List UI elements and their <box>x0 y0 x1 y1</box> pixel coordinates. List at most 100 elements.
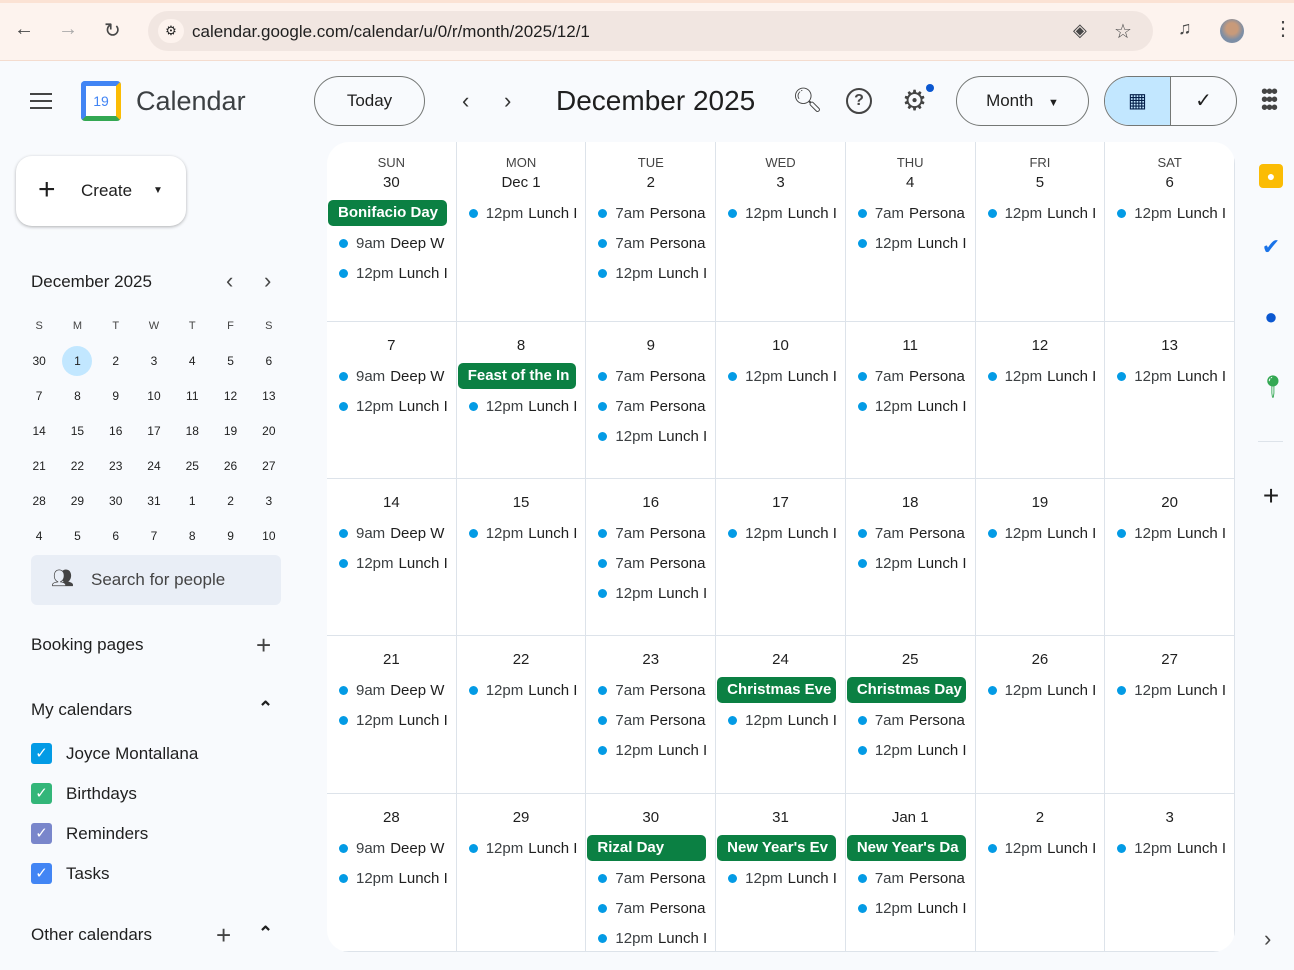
mini-day[interactable]: 28 <box>20 494 58 508</box>
day-number[interactable]: 23 <box>586 649 715 671</box>
day-cell[interactable]: SAT 6 12pm Lunch I <box>1105 142 1235 322</box>
event-item[interactable]: 12pm Lunch I <box>327 863 456 893</box>
event-item[interactable]: 12pm Lunch I <box>586 258 715 288</box>
mini-day[interactable]: 12 <box>211 389 249 403</box>
day-cell[interactable]: 12 12pm Lunch I <box>975 322 1106 479</box>
checkbox-checked-icon[interactable]: ✓ <box>31 823 52 844</box>
reload-icon[interactable]: ↻ <box>104 18 121 43</box>
day-number[interactable]: 31 <box>716 807 845 829</box>
add-booking-page-icon[interactable]: + <box>256 630 271 661</box>
event-item[interactable]: 12pm Lunch I <box>1105 833 1234 863</box>
mini-day[interactable]: 25 <box>173 459 211 473</box>
search-people-input[interactable]: 👥︎ Search for people <box>31 555 281 605</box>
forward-icon[interactable]: → <box>58 18 78 41</box>
day-cell[interactable]: 30 Rizal Day 7am Persona 7am Persona 12pm Lunch… <box>586 794 717 952</box>
mini-day[interactable]: 2 <box>211 494 249 508</box>
event-item[interactable]: 9am Deep W <box>327 675 456 705</box>
prev-month-icon[interactable]: ‹ <box>462 88 469 114</box>
holiday-chip[interactable]: Rizal Day <box>587 835 707 861</box>
mini-day[interactable]: 8 <box>58 389 96 403</box>
day-cell[interactable]: 17 12pm Lunch I <box>716 479 846 636</box>
checkbox-checked-icon[interactable]: ✓ <box>31 743 52 764</box>
day-cell[interactable]: Jan 1 New Year's Da 7am Persona 12pm Lunch I <box>845 794 976 952</box>
day-cell[interactable]: 18 7am Persona 12pm Lunch I <box>845 479 976 636</box>
day-number[interactable]: 4 <box>846 172 975 194</box>
day-cell[interactable]: 9 7am Persona 7am Persona 12pm Lunch I <box>586 322 717 479</box>
day-number[interactable]: 6 <box>1105 172 1234 194</box>
mini-day[interactable]: 18 <box>173 424 211 438</box>
mini-day[interactable]: 10 <box>250 529 288 543</box>
day-number[interactable]: 25 <box>846 649 975 671</box>
event-item[interactable]: 12pm Lunch I <box>976 518 1105 548</box>
event-item[interactable]: 7am Persona <box>846 863 975 893</box>
mini-prev-icon[interactable]: ‹ <box>226 268 233 294</box>
collapse-chevron-icon[interactable]: ⌃ <box>258 923 273 944</box>
event-item[interactable]: 12pm Lunch I <box>976 198 1105 228</box>
day-cell[interactable]: 24 Christmas Eve 12pm Lunch I <box>716 636 846 794</box>
mini-day[interactable]: 6 <box>97 529 135 543</box>
mini-day[interactable]: 2 <box>97 354 135 368</box>
event-item[interactable]: 7am Persona <box>586 228 715 258</box>
event-item[interactable]: 12pm Lunch I <box>846 391 975 421</box>
day-number[interactable]: 8 <box>457 335 586 357</box>
day-number[interactable]: 2 <box>976 807 1105 829</box>
mini-day[interactable]: 3 <box>135 354 173 368</box>
event-item[interactable]: 12pm Lunch I <box>1105 361 1234 391</box>
day-number[interactable]: 26 <box>976 649 1105 671</box>
bookmark-star-icon[interactable]: ☆ <box>1114 19 1132 44</box>
day-number[interactable]: 15 <box>457 492 586 514</box>
mini-day[interactable]: 16 <box>97 424 135 438</box>
day-number[interactable]: Dec 1 <box>457 172 586 194</box>
mini-day[interactable]: 14 <box>20 424 58 438</box>
day-number[interactable]: 24 <box>716 649 845 671</box>
extension-icon[interactable]: ◈ <box>1073 20 1087 41</box>
mini-day[interactable]: 29 <box>58 494 96 508</box>
create-button[interactable]: + Create ▼ <box>16 156 186 226</box>
day-cell[interactable]: 25 Christmas Day 7am Persona 12pm Lunch I <box>845 636 976 794</box>
day-cell[interactable]: 19 12pm Lunch I <box>975 479 1106 636</box>
tasks-icon[interactable]: ✔ <box>1259 234 1283 259</box>
day-cell[interactable]: TUE 2 7am Persona 7am Persona 12pm Lunch I <box>586 142 717 322</box>
day-cell[interactable]: 23 7am Persona 7am Persona 12pm Lunch I <box>586 636 717 794</box>
day-cell[interactable]: 28 9am Deep W 12pm Lunch I <box>327 794 457 952</box>
event-item[interactable]: 12pm Lunch I <box>846 228 975 258</box>
mini-day[interactable]: 4 <box>173 354 211 368</box>
event-item[interactable]: 12pm Lunch I <box>1105 518 1234 548</box>
day-cell[interactable]: 29 12pm Lunch I <box>456 794 587 952</box>
day-number[interactable]: 11 <box>846 335 975 357</box>
day-number[interactable]: 10 <box>716 335 845 357</box>
day-cell[interactable]: 15 12pm Lunch I <box>456 479 587 636</box>
media-icon[interactable]: ♫ <box>1178 18 1192 39</box>
event-item[interactable]: 12pm Lunch I <box>586 578 715 608</box>
day-cell[interactable]: 7 9am Deep W 12pm Lunch I <box>327 322 457 479</box>
other-calendars-heading[interactable]: Other calendars <box>31 925 152 945</box>
calendar-item[interactable]: ✓ Joyce Montallana <box>31 743 198 764</box>
event-item[interactable]: 12pm Lunch I <box>327 705 456 735</box>
day-number[interactable]: 13 <box>1105 335 1234 357</box>
mini-day[interactable]: 23 <box>97 459 135 473</box>
mini-day[interactable]: 30 <box>20 354 58 368</box>
add-addon-icon[interactable]: + <box>1259 482 1283 510</box>
event-item[interactable]: 7am Persona <box>586 198 715 228</box>
event-item[interactable]: 12pm Lunch I <box>976 675 1105 705</box>
day-number[interactable]: 17 <box>716 492 845 514</box>
event-item[interactable]: 12pm Lunch I <box>327 548 456 578</box>
checkbox-checked-icon[interactable]: ✓ <box>31 783 52 804</box>
day-cell[interactable]: 11 7am Persona 12pm Lunch I <box>845 322 976 479</box>
day-cell[interactable]: 3 12pm Lunch I <box>1105 794 1235 952</box>
day-number[interactable]: 3 <box>1105 807 1234 829</box>
view-toggle[interactable]: ▦ ✓ <box>1104 76 1237 126</box>
mini-day[interactable]: 7 <box>135 529 173 543</box>
mini-day[interactable]: 13 <box>250 389 288 403</box>
day-cell[interactable]: 22 12pm Lunch I <box>456 636 587 794</box>
event-item[interactable]: 7am Persona <box>846 518 975 548</box>
tasks-view-icon[interactable]: ✓ <box>1171 77 1236 125</box>
day-cell[interactable]: 13 12pm Lunch I <box>1105 322 1235 479</box>
mini-day[interactable]: 26 <box>211 459 249 473</box>
day-number[interactable]: 21 <box>327 649 456 671</box>
event-item[interactable]: 12pm Lunch I <box>976 833 1105 863</box>
day-cell[interactable]: SUN 30 Bonifacio Day 9am Deep W 12pm Lunch I <box>327 142 457 322</box>
url-text[interactable]: calendar.google.com/calendar/u/0/r/month… <box>192 22 590 42</box>
mini-day[interactable]: 11 <box>173 389 211 403</box>
mini-day[interactable]: 1 <box>58 345 96 376</box>
